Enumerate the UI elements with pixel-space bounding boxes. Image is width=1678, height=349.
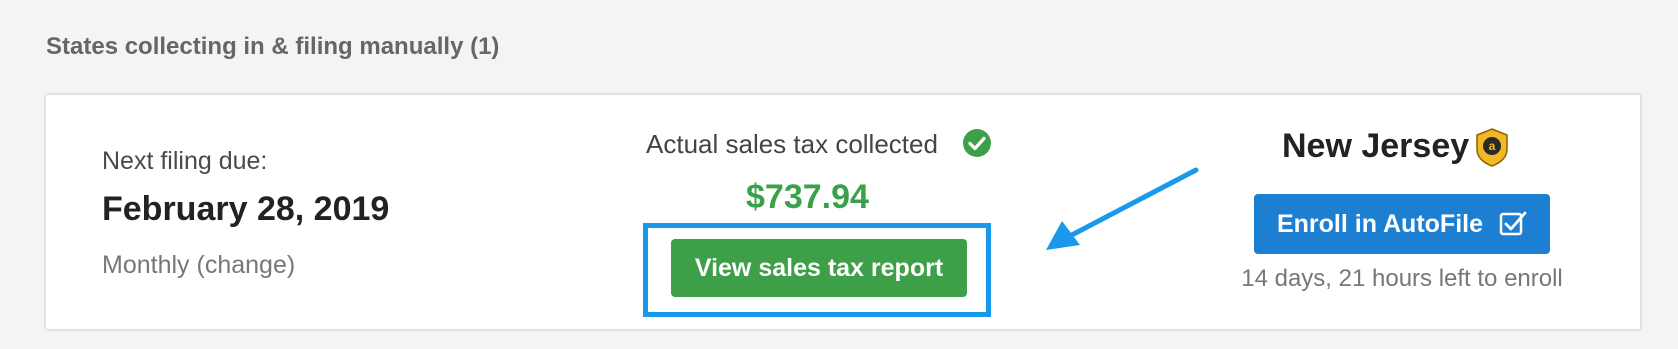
collected-amount: $737.94 bbox=[746, 178, 869, 216]
next-filing-label: Next filing due: bbox=[102, 147, 268, 175]
checkbox-check-icon bbox=[1499, 211, 1527, 236]
svg-text:a: a bbox=[1489, 139, 1496, 153]
enroll-time-left: 14 days, 21 hours left to enroll bbox=[1241, 265, 1563, 292]
filing-frequency: Monthly (change) bbox=[102, 251, 295, 280]
enroll-button-label: Enroll in AutoFile bbox=[1276, 209, 1483, 238]
change-frequency-link[interactable]: (change) bbox=[197, 251, 296, 279]
enroll-autofile-button[interactable]: Enroll in AutoFile bbox=[1254, 194, 1550, 254]
annotation-arrow-icon bbox=[1046, 167, 1199, 250]
state-name: New Jersey bbox=[1282, 127, 1470, 165]
state-filing-card: Next filing due: February 28, 2019 Month… bbox=[44, 93, 1642, 331]
frequency-value: Monthly bbox=[102, 251, 190, 279]
check-circle-icon bbox=[963, 129, 991, 157]
section-title: States collecting in & filing manually (… bbox=[46, 33, 500, 60]
due-date: February 28, 2019 bbox=[102, 190, 390, 228]
view-report-button[interactable]: View sales tax report bbox=[671, 239, 967, 297]
amazon-badge-icon: a bbox=[1476, 128, 1508, 167]
